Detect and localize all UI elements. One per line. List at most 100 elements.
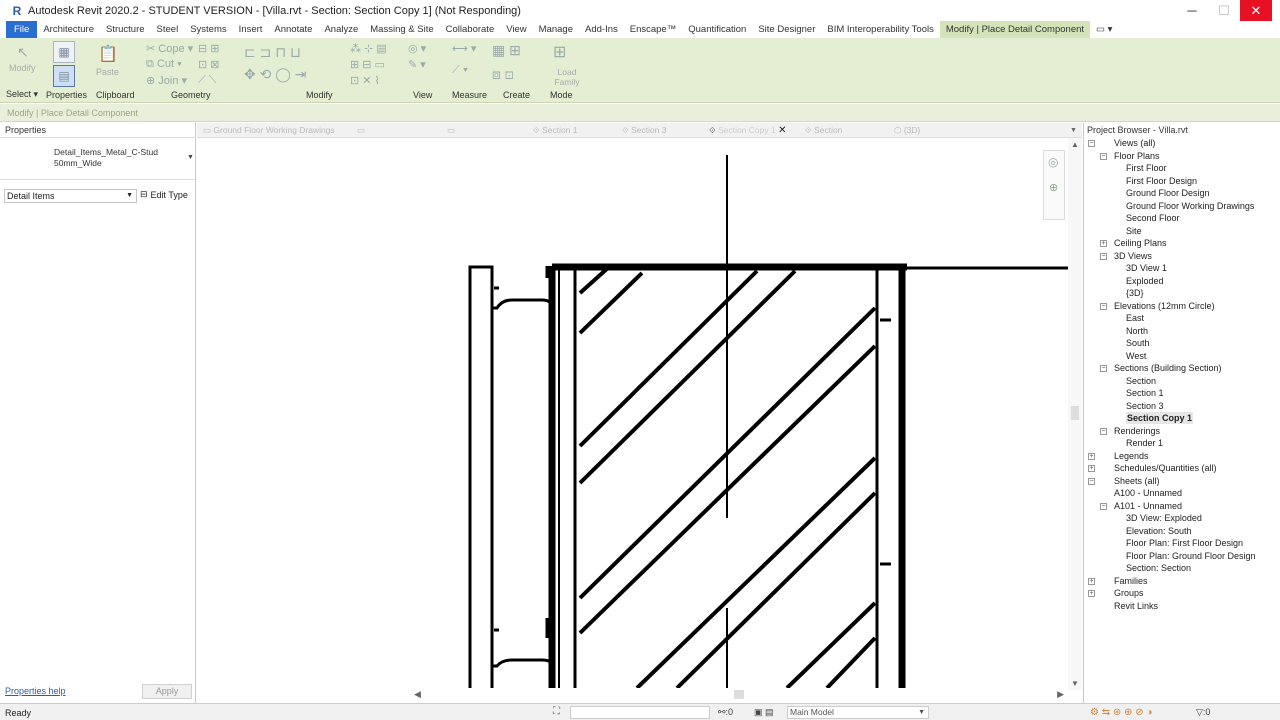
browser-item[interactable]: Groups	[1114, 587, 1144, 599]
model-select[interactable]: Main Model ▼	[787, 706, 929, 719]
tree-expander-icon[interactable]: −	[1100, 252, 1107, 260]
browser-item[interactable]: First Floor	[1126, 162, 1167, 174]
filter-indicator[interactable]: ▽:0	[1196, 707, 1210, 718]
browser-item[interactable]: 3D View: Exploded	[1126, 512, 1202, 524]
close-button[interactable]: ✕	[1240, 0, 1272, 21]
browser-item[interactable]: Sections (Building Section)	[1114, 362, 1222, 374]
browser-item[interactable]: Revit Links	[1114, 600, 1158, 612]
tree-expander-icon[interactable]: −	[1100, 152, 1107, 160]
cope-button[interactable]: ✂ Cope ▾	[146, 42, 193, 55]
browser-item[interactable]: Legends	[1114, 450, 1149, 462]
maximize-button[interactable]: ☐	[1208, 0, 1240, 21]
tree-expander-icon[interactable]: −	[1088, 140, 1095, 147]
browser-item[interactable]: Elevations (12mm Circle)	[1114, 300, 1215, 312]
browser-item[interactable]: East	[1126, 312, 1144, 324]
tab-structure[interactable]: Structure	[100, 21, 151, 38]
horizontal-scrollbar[interactable]: ◀ ▶	[410, 688, 1068, 701]
tab-bim-interoperability[interactable]: BIM Interoperability Tools	[821, 21, 940, 38]
browser-item[interactable]: Schedules/Quantities (all)	[1114, 462, 1217, 474]
browser-item[interactable]: Renderings	[1114, 425, 1160, 437]
tab-systems[interactable]: Systems	[184, 21, 232, 38]
array-icon[interactable]: ⁂ ⊹ ▤	[350, 42, 387, 55]
tab-architecture[interactable]: Architecture	[37, 21, 100, 38]
browser-item[interactable]: First Floor Design	[1126, 175, 1197, 187]
dimension-icon[interactable]: ⟋ ▾	[452, 64, 468, 77]
tree-expander-icon[interactable]: +	[1088, 452, 1095, 460]
type-selector[interactable]: Detail_Items_Metal_C-Stud 50mm_Wide ▼	[0, 138, 195, 180]
modify-button[interactable]: Modify	[9, 63, 36, 73]
delete-icon[interactable]: ⊡ ✕ ⌇	[350, 74, 380, 87]
browser-item[interactable]: Floor Plan: First Floor Design	[1126, 537, 1243, 549]
browser-item[interactable]: 3D View 1	[1126, 262, 1167, 274]
scroll-thumb[interactable]	[1071, 406, 1079, 420]
tab-massing-site[interactable]: Massing & Site	[364, 21, 439, 38]
tab-quantification[interactable]: Quantification	[682, 21, 752, 38]
browser-item[interactable]: Floor Plans	[1114, 150, 1160, 162]
paste-icon[interactable]: 📋	[98, 44, 118, 64]
tree-expander-icon[interactable]: −	[1100, 502, 1107, 510]
scroll-down-icon[interactable]: ▼	[1071, 679, 1079, 688]
paste-button[interactable]: Paste	[96, 67, 119, 77]
steering-wheel-icon[interactable]: ◎	[1048, 155, 1058, 169]
quick-access-toggle-icon[interactable]: ▭ ▾	[1090, 21, 1118, 38]
tab-section-copy-1[interactable]: ⟐ Section Copy 1 ✕	[709, 123, 786, 138]
tree-expander-icon[interactable]: −	[1100, 302, 1107, 310]
linework-icon[interactable]: ✎ ▾	[408, 58, 426, 71]
tabs-dropdown-icon[interactable]: ▼	[1070, 123, 1077, 138]
tree-expander-icon[interactable]: +	[1088, 577, 1095, 585]
browser-item[interactable]: Exploded	[1126, 275, 1164, 287]
browser-item[interactable]: Section	[1126, 375, 1156, 387]
tab-modify-place-detail[interactable]: Modify | Place Detail Component	[939, 21, 1091, 38]
close-tab-icon[interactable]: ✕	[778, 125, 786, 136]
tab-view-3[interactable]: ▭	[447, 123, 455, 138]
browser-item[interactable]: Views (all)	[1114, 137, 1155, 149]
move-icon[interactable]: ✥ ⟲ ◯ ⇥	[244, 66, 307, 83]
tree-expander-icon[interactable]: +	[1088, 465, 1095, 472]
tab-site-designer[interactable]: Site Designer	[752, 21, 821, 38]
tree-expander-icon[interactable]: +	[1100, 240, 1107, 247]
hscroll-thumb[interactable]	[734, 690, 744, 699]
tab-section-3[interactable]: ⟐ Section 3	[622, 123, 667, 138]
load-family-button[interactable]: Load Family	[552, 67, 582, 87]
dropdown-arrow-icon[interactable]: ▼	[187, 154, 194, 161]
tree-expander-icon[interactable]: −	[1088, 477, 1095, 485]
category-filter-select[interactable]: Detail Items ▼	[4, 189, 137, 203]
drawing-canvas[interactable]: ◎ ⊕	[197, 138, 1068, 688]
tree-expander-icon[interactable]: +	[1088, 590, 1095, 597]
create-icon[interactable]: ▦ ⊞	[492, 42, 521, 59]
scroll-up-icon[interactable]: ▲	[1071, 140, 1079, 149]
view-icon[interactable]: ◎ ▾	[408, 42, 426, 55]
geometry-tools-2-icon[interactable]: ⊡ ⊠	[198, 58, 220, 71]
select-dropdown[interactable]: Select ▾	[6, 89, 38, 100]
editable-only-icon[interactable]: ▣ ▤	[754, 707, 774, 718]
measure-icon[interactable]: ⟷ ▾	[452, 42, 476, 55]
design-options-indicator[interactable]: ⚯:0	[718, 707, 733, 718]
browser-item[interactable]: {3D}	[1126, 287, 1144, 299]
revit-logo-icon[interactable]: R	[8, 0, 26, 21]
tab-manage[interactable]: Manage	[533, 21, 579, 38]
workset-select[interactable]	[570, 706, 710, 719]
pointer-icon[interactable]: ↖	[17, 44, 29, 61]
browser-item[interactable]: North	[1126, 325, 1148, 337]
scale-icon[interactable]: ⊞ ⊟ ▭	[350, 58, 385, 71]
join-button[interactable]: ⊕ Join ▾	[146, 74, 187, 87]
browser-item[interactable]: Ceiling Plans	[1114, 237, 1167, 249]
browser-item[interactable]: Floor Plan: Ground Floor Design	[1126, 550, 1256, 562]
browser-item[interactable]: Render 1	[1126, 437, 1163, 449]
geometry-tools-3-icon[interactable]: ⟋ ⟍	[198, 74, 216, 87]
load-family-icon[interactable]: ⊞	[553, 42, 566, 62]
zoom-icon[interactable]: ⊕	[1049, 181, 1058, 194]
selection-filters-icon[interactable]: ⚙ ⇆ ⊛ ⊕ ⊘ ◑	[1090, 707, 1152, 718]
browser-item[interactable]: 3D Views	[1114, 250, 1152, 262]
cut-button[interactable]: ⧉ Cut ▾	[146, 58, 182, 71]
apply-button[interactable]: Apply	[142, 684, 192, 699]
browser-item[interactable]: Section 1	[1126, 387, 1164, 399]
scroll-right-icon[interactable]: ▶	[1057, 689, 1064, 700]
edit-type-button[interactable]: ⊟ Edit Type	[140, 189, 188, 200]
tab-section-1[interactable]: ⟐ Section 1	[533, 123, 578, 138]
properties-icon[interactable]: ▤	[53, 65, 75, 87]
tree-expander-icon[interactable]: −	[1100, 427, 1107, 435]
browser-item[interactable]: Families	[1114, 575, 1148, 587]
vertical-scrollbar[interactable]: ▲ ▼	[1068, 138, 1082, 690]
tab-annotate[interactable]: Annotate	[268, 21, 318, 38]
